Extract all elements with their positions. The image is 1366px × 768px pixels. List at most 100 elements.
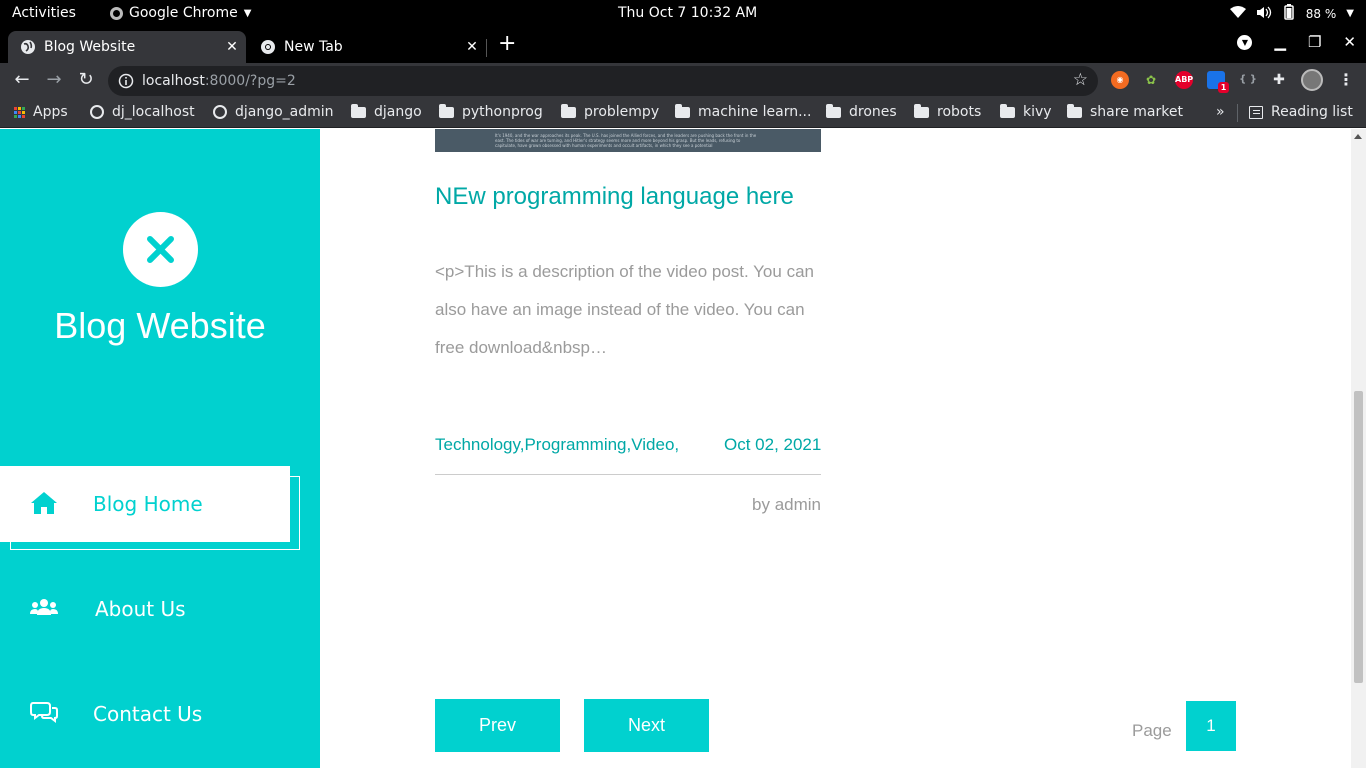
maximize-icon[interactable]: ❐ [1308,33,1321,51]
reload-icon[interactable]: ↻ [74,68,98,92]
post-description: <p>This is a description of the video po… [435,262,814,357]
close-window-icon[interactable]: ✕ [1343,33,1356,51]
extension-leaf-icon[interactable]: ✿ [1142,71,1160,89]
logo[interactable] [123,212,198,287]
bookmark-label: django [374,104,422,120]
next-button[interactable]: Next [584,699,709,752]
post-author: by admin [752,495,821,514]
page-label: Page [1132,721,1172,740]
extension-colorful-icon[interactable]: 1 [1207,71,1229,93]
app-menu[interactable]: Google Chrome ▼ [110,5,251,21]
home-icon [31,492,57,514]
post-divider [435,474,821,475]
bookmark-django[interactable]: django [351,103,422,120]
url-text: localhost:8000/?pg=2 [142,73,296,89]
bookmarks-overflow-button[interactable]: » [1216,104,1225,120]
bookmark-django-admin[interactable]: django_admin [213,104,334,120]
nav-label: Contact Us [93,702,203,726]
bookmark-apps[interactable]: Apps [14,104,68,120]
folder-icon [826,103,841,118]
scroll-up-arrow-icon[interactable] [1354,134,1362,139]
extension-badge: 1 [1218,82,1229,93]
system-top-bar: Activities Google Chrome ▼ Thu Oct 7 10:… [0,0,1366,27]
battery-icon [1282,4,1296,23]
new-tab-button[interactable]: + [498,31,516,56]
bookmark-label: dj_localhost [112,104,195,120]
tab-strip: Blog Website ✕ New Tab ✕ + ▼ ▁ ❐ ✕ [0,27,1366,63]
system-tray[interactable]: 88 % ▼ [1229,4,1354,23]
nav-blog-home[interactable]: Blog Home [0,466,290,542]
globe-icon [21,40,35,54]
post-thumbnail[interactable]: It's 1940, and the war approaches its pe… [435,129,821,152]
tab-title: Blog Website [44,39,136,55]
activities-button[interactable]: Activities [12,5,76,21]
extension-orange-icon[interactable]: ◉ [1111,71,1129,89]
bookmark-label: machine learn... [698,104,812,120]
bookmark-problempy[interactable]: problempy [561,103,660,120]
scrollbar-thumb[interactable] [1354,391,1363,683]
address-bar[interactable]: localhost:8000/?pg=2 ☆ [108,66,1098,96]
bookmark-machine-learn[interactable]: machine learn... [675,103,812,120]
post-title[interactable]: NEw programming language here [435,183,855,211]
post-date: Oct 02, 2021 [724,435,822,454]
bookmark-kivy[interactable]: kivy [1000,103,1052,120]
clock[interactable]: Thu Oct 7 10:32 AM [618,5,757,21]
bookmark-label: django_admin [235,104,334,120]
bookmark-pythonprog[interactable]: pythonprog [439,103,543,120]
reading-list-label: Reading list [1271,104,1353,120]
globe-icon [90,105,104,119]
bookmark-star-icon[interactable]: ☆ [1073,70,1088,90]
bookmark-label: pythonprog [462,104,543,120]
battery-percent: 88 % [1305,6,1337,21]
folder-icon [675,103,690,118]
forward-icon[interactable]: → [42,68,66,92]
url-path: :8000/?pg=2 [204,73,296,89]
caret-down-icon: ▼ [243,7,252,19]
volume-icon [1256,6,1272,22]
close-tab-icon[interactable]: ✕ [218,39,246,55]
bookmark-label: Apps [33,104,68,120]
globe-icon [213,105,227,119]
close-tab-icon[interactable]: ✕ [458,39,486,55]
minimize-icon[interactable]: ▁ [1274,33,1286,51]
bookmarks-bar: Apps dj_localhost django_admin django py… [0,98,1366,128]
bookmark-label: share market [1090,104,1183,120]
puzzle-icon[interactable]: ✚ [1270,71,1288,89]
page-scrollbar[interactable] [1351,129,1366,768]
nav-contact-us[interactable]: Contact Us [0,676,290,752]
chrome-icon [261,40,275,54]
tab-blog-website[interactable]: Blog Website ✕ [8,31,246,63]
reading-list-button[interactable]: Reading list [1249,104,1353,120]
prev-button[interactable]: Prev [435,699,560,752]
tab-search-icon[interactable]: ▼ [1237,35,1253,50]
nav-about-us[interactable]: About Us [0,571,290,647]
post-categories[interactable]: Technology,Programming,Video, [435,435,679,455]
chrome-small-icon [110,6,123,20]
bookmark-label: problempy [584,104,660,120]
close-x-icon [147,236,174,263]
back-icon[interactable]: ← [10,68,34,92]
folder-icon [914,103,929,118]
apps-grid-icon [14,106,25,118]
adblock-plus-icon[interactable]: ABP [1175,71,1193,89]
site-brand[interactable]: Blog Website [0,305,320,347]
info-icon[interactable] [118,73,134,89]
profile-avatar[interactable] [1301,69,1323,91]
url-host: localhost [142,73,205,89]
system-menu-caret-icon: ▼ [1346,8,1354,19]
folder-icon [439,103,454,118]
tab-separator [486,39,487,57]
app-menu-label: Google Chrome [129,5,238,21]
current-page-badge[interactable]: 1 [1186,701,1236,751]
bookmark-share-market[interactable]: share market [1067,103,1183,120]
wifi-icon [1229,6,1246,21]
bookmark-drones[interactable]: drones [826,103,897,120]
users-icon [30,599,58,615]
kebab-menu-icon[interactable]: ⋮ [1337,71,1355,89]
extension-json-icon[interactable]: { } [1239,71,1257,89]
bookmark-robots[interactable]: robots [914,103,981,120]
bookmark-dj-localhost[interactable]: dj_localhost [90,104,195,120]
tab-new-tab[interactable]: New Tab ✕ [248,31,486,63]
folder-icon [1067,103,1082,118]
bookmark-label: drones [849,104,897,120]
